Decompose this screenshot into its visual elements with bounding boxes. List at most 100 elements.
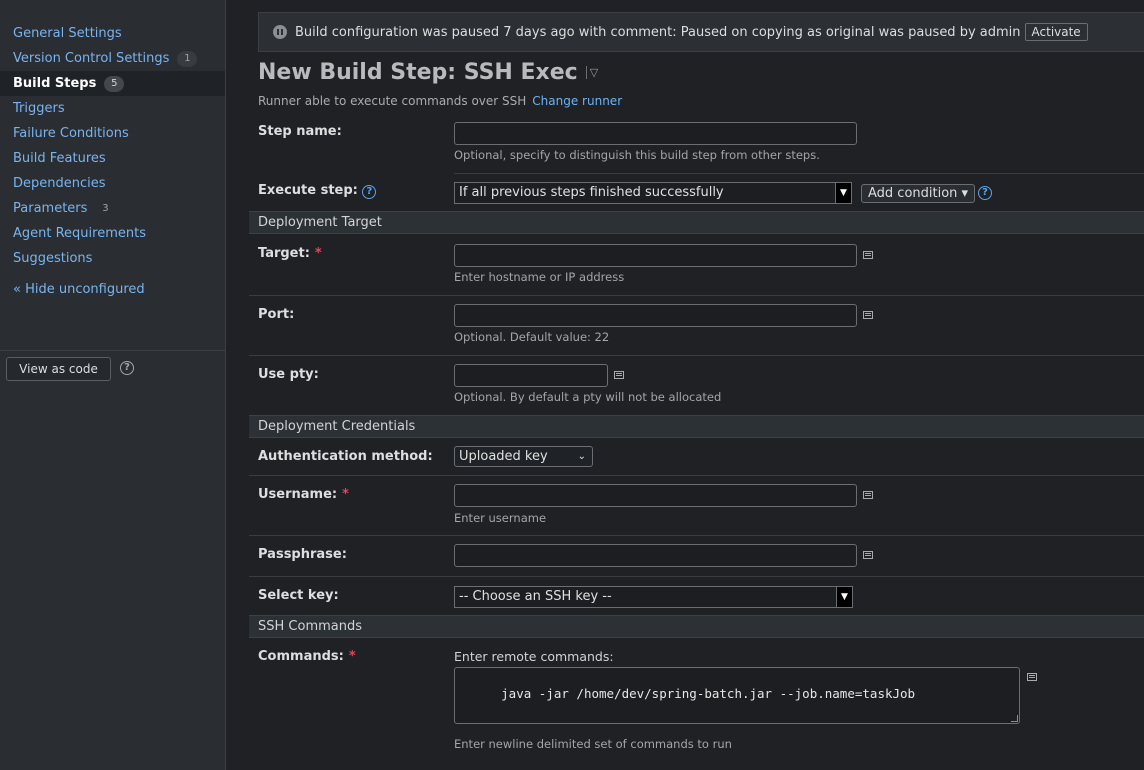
sidebar-item-failure-conditions[interactable]: Failure Conditions — [0, 121, 225, 146]
required-mark: * — [342, 487, 349, 502]
sidebar-item-suggestions[interactable]: Suggestions — [0, 246, 225, 271]
count-badge: 5 — [104, 75, 125, 92]
hide-unconfigured-link[interactable]: « Hide unconfigured — [0, 277, 225, 302]
passphrase-label: Passphrase: — [258, 547, 347, 562]
target-input[interactable] — [454, 244, 857, 267]
parameter-list-icon[interactable] — [863, 551, 873, 559]
passphrase-input[interactable] — [454, 544, 857, 567]
commands-caption: Enter remote commands: — [454, 649, 614, 664]
parameter-list-icon[interactable] — [863, 491, 873, 499]
commands-row: Commands: * Enter remote commands: java -… — [249, 638, 1144, 770]
sidebar-nav: General Settings Version Control Setting… — [0, 0, 225, 302]
sidebar-item-label: Parameters — [13, 201, 88, 216]
banner-text: Build configuration was paused 7 days ag… — [295, 24, 1021, 40]
port-label: Port: — [258, 307, 295, 322]
sidebar-item-build-features[interactable]: Build Features — [0, 146, 225, 171]
username-hint: Enter username — [454, 511, 547, 525]
chevron-down-icon: ⌄ — [577, 451, 586, 462]
pause-icon — [273, 25, 287, 39]
ssh-key-value: -- Choose an SSH key -- — [459, 589, 612, 604]
parameter-list-icon[interactable] — [863, 311, 873, 319]
change-runner-link[interactable]: Change runner — [532, 94, 622, 108]
use-pty-input[interactable] — [454, 364, 608, 387]
paused-banner: Build configuration was paused 7 days ag… — [258, 12, 1144, 52]
runner-description: Runner able to execute commands over SSH… — [258, 94, 622, 108]
sidebar-item-label: Failure Conditions — [13, 126, 129, 141]
use-pty-label: Use pty: — [258, 367, 319, 382]
execute-step-select[interactable]: If all previous steps finished successfu… — [454, 182, 852, 204]
port-input[interactable] — [454, 304, 857, 327]
sidebar-item-label: Suggestions — [13, 251, 93, 266]
resize-handle-icon[interactable] — [1011, 715, 1018, 722]
section-ssh-commands: SSH Commands — [249, 615, 1144, 638]
help-icon[interactable]: ? — [362, 185, 377, 199]
runner-description-text: Runner able to execute commands over SSH — [258, 94, 527, 108]
auth-method-label: Authentication method: — [258, 449, 433, 464]
auth-method-value: Uploaded key — [459, 449, 548, 464]
sidebar: General Settings Version Control Setting… — [0, 0, 226, 770]
sidebar-item-general-settings[interactable]: General Settings — [0, 21, 225, 46]
username-label: Username: * — [258, 487, 349, 502]
sidebar-item-label: Build Features — [13, 151, 106, 166]
execute-step-value: If all previous steps finished successfu… — [459, 185, 724, 200]
use-pty-row: Use pty: Optional. By default a pty will… — [249, 355, 1144, 415]
step-name-hint: Optional, specify to distinguish this bu… — [454, 148, 820, 162]
main-content: Build configuration was paused 7 days ag… — [227, 0, 1144, 770]
passphrase-row: Passphrase: — [249, 535, 1144, 576]
count-badge: 1 — [177, 50, 198, 67]
commands-text: java -jar /home/dev/spring-batch.jar --j… — [501, 686, 916, 701]
chevron-down-icon[interactable]: ▽ — [585, 66, 598, 79]
username-row: Username: * Enter username — [249, 475, 1144, 535]
sidebar-item-agent-requirements[interactable]: Agent Requirements — [0, 221, 225, 246]
auth-method-row: Authentication method: Uploaded key ⌄ — [249, 438, 1144, 475]
parameter-list-icon[interactable] — [1027, 673, 1037, 681]
section-deployment-credentials: Deployment Credentials — [249, 415, 1144, 438]
count-badge: 3 — [102, 202, 109, 214]
commands-textarea[interactable]: java -jar /home/dev/spring-batch.jar --j… — [454, 667, 1020, 724]
auth-method-select[interactable]: Uploaded key ⌄ — [454, 446, 593, 467]
select-key-label: Select key: — [258, 588, 339, 603]
activate-button[interactable]: Activate — [1024, 23, 1088, 41]
select-key-row: Select key: -- Choose an SSH key -- ▼ — [249, 576, 1144, 615]
sidebar-item-parameters[interactable]: Parameters 3 — [0, 196, 225, 221]
port-hint: Optional. Default value: 22 — [454, 330, 610, 344]
commands-label-text: Commands: — [258, 649, 344, 664]
step-name-row: Step name: Optional, specify to distingu… — [249, 116, 1144, 173]
commands-hint: Enter newline delimited set of commands … — [454, 737, 732, 751]
sidebar-item-build-steps[interactable]: Build Steps 5 — [0, 71, 225, 96]
dropdown-arrow-icon: ▼ — [835, 183, 851, 203]
sidebar-divider — [0, 350, 226, 351]
ssh-key-select[interactable]: -- Choose an SSH key -- ▼ — [454, 586, 853, 608]
dropdown-arrow-icon: ▼ — [836, 587, 852, 607]
target-label-text: Target: — [258, 246, 310, 261]
help-icon[interactable]: ? — [120, 361, 134, 375]
sidebar-item-label: Triggers — [13, 101, 65, 116]
sidebar-item-dependencies[interactable]: Dependencies — [0, 171, 225, 196]
page-title: New Build Step: SSH Exec ▽ — [258, 60, 598, 85]
execute-step-label: Execute step: ? — [258, 183, 377, 199]
sidebar-item-label: Build Steps — [13, 76, 97, 91]
required-mark: * — [348, 649, 356, 664]
target-row: Target: * Enter hostname or IP address — [249, 234, 1144, 295]
execute-step-row: Execute step: ? If all previous steps fi… — [249, 173, 1144, 211]
add-condition-button[interactable]: Add condition ▾ — [861, 184, 976, 203]
sidebar-item-version-control-settings[interactable]: Version Control Settings 1 — [0, 46, 225, 71]
parameter-list-icon[interactable] — [863, 251, 873, 259]
required-mark: * — [314, 246, 322, 261]
help-icon[interactable]: ? — [978, 186, 992, 200]
section-deployment-target: Deployment Target — [249, 211, 1144, 234]
sidebar-item-triggers[interactable]: Triggers — [0, 96, 225, 121]
step-name-input[interactable] — [454, 122, 857, 145]
step-name-label: Step name: — [258, 124, 342, 139]
execute-step-label-text: Execute step: — [258, 183, 358, 198]
sidebar-item-label: Agent Requirements — [13, 226, 146, 241]
target-label: Target: * — [258, 246, 322, 261]
username-input[interactable] — [454, 484, 857, 507]
view-as-code-button[interactable]: View as code — [6, 357, 111, 381]
page-title-text: New Build Step: SSH Exec — [258, 60, 578, 85]
sidebar-item-label: Dependencies — [13, 176, 106, 191]
commands-label: Commands: * — [258, 649, 356, 664]
parameter-list-icon[interactable] — [614, 371, 624, 379]
target-hint: Enter hostname or IP address — [454, 270, 625, 284]
sidebar-item-label: Version Control Settings — [13, 51, 170, 66]
